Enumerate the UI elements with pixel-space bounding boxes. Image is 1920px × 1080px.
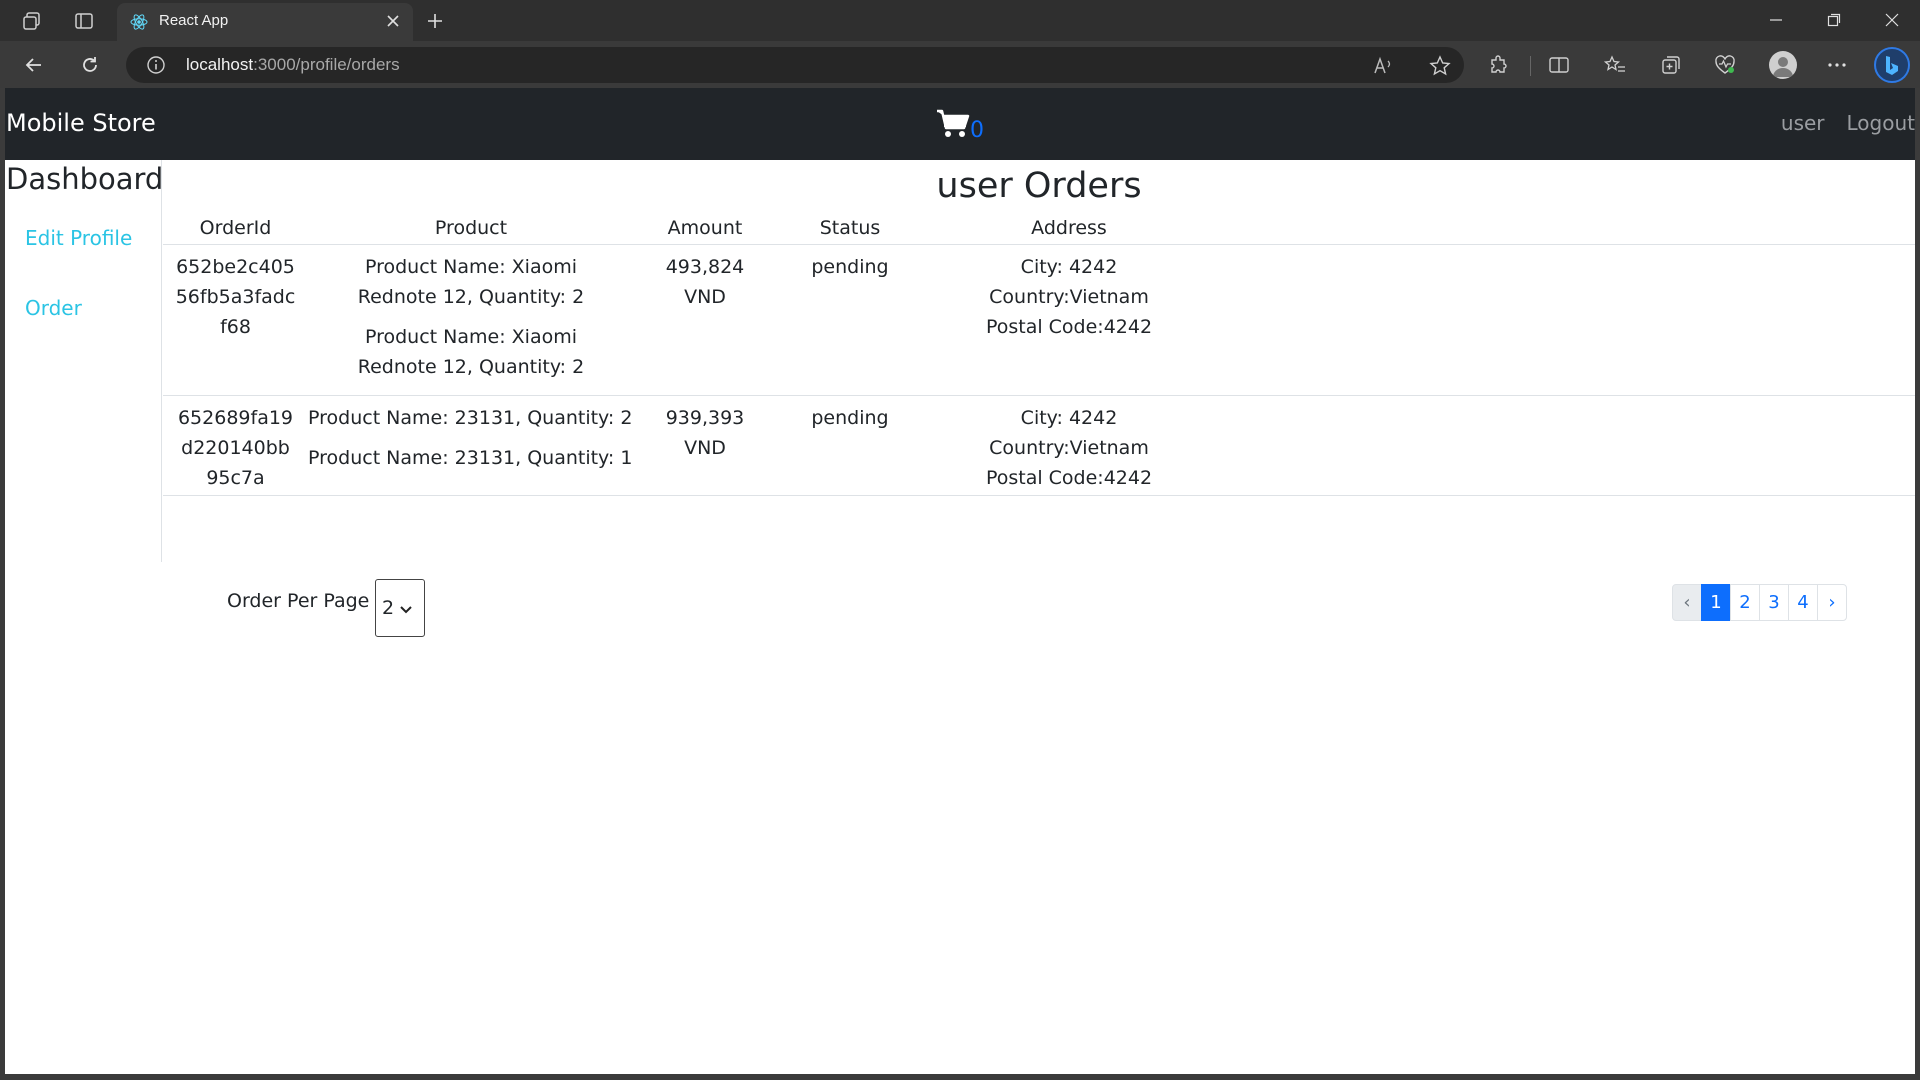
address-city: City: 4242 [1020,255,1118,278]
sidebar-item-order[interactable]: Order [25,296,82,320]
order-amount-cell: 939,393 VND [634,395,776,496]
back-icon[interactable] [18,49,50,81]
orders-per-page-label: Order Per Page [227,590,370,612]
sidebar-item-edit-profile[interactable]: Edit Profile [25,226,132,250]
cart-button[interactable]: 0 [936,106,984,142]
order-id-cell: 652689fa19 d220140bb 95c7a [163,395,308,496]
page-title: user Orders [936,166,1142,206]
new-tab-icon[interactable] [422,8,448,34]
cart-count: 0 [970,118,984,143]
order-address-cell: City: 4242 Country:Vietnam Postal Code:4… [924,244,1214,396]
site-info-icon[interactable] [146,55,166,75]
close-tab-icon[interactable] [383,11,403,31]
row-spacer [1214,395,1915,496]
pagination-previous[interactable]: ‹ [1672,584,1702,621]
dashboard-sidebar: Dashboard Edit Profile Order [5,160,164,562]
profile-avatar-icon[interactable] [1769,51,1797,79]
react-icon [129,12,149,32]
table-row: 652be2c405 56fb5a3fadc f68 Product Name:… [163,244,1915,396]
pagination-page-3[interactable]: 3 [1759,584,1789,621]
tab-react-app[interactable]: React App [117,3,413,41]
pagination-next[interactable]: › [1817,584,1847,621]
column-header-status: Status [776,206,924,245]
order-currency: VND [684,285,726,308]
order-amount: 939,393 [665,406,745,429]
pagination-page-4[interactable]: 4 [1788,584,1818,621]
refresh-icon[interactable] [74,49,106,81]
collections-icon[interactable] [1658,52,1684,78]
orders-per-page-select[interactable]: 2 [375,579,425,637]
brand-link[interactable]: Mobile Store [6,109,156,137]
order-products-cell: Product Name: 23131, Quantity: 2 Product… [308,395,634,496]
order-products-cell: Product Name: Xiaomi Rednote 12, Quantit… [308,244,634,396]
app-navbar: Mobile Store 0 user Logout [5,88,1915,160]
split-screen-icon[interactable] [1546,52,1572,78]
browser-tab-bar: React App [0,0,1920,41]
sidebar-title: Dashboard [6,162,164,196]
close-window-icon[interactable] [1864,0,1920,40]
order-id-line: 56fb5a3fadc [175,285,296,308]
orders-per-page-value: 2 [382,597,395,619]
product-item: Product Name: Xiaomi Rednote 12, Quantit… [357,255,585,308]
order-id-line: d220140bb [181,436,290,459]
address-country: Country:Vietnam [989,436,1149,459]
order-amount: 493,824 [665,255,745,278]
read-aloud-icon[interactable] [1372,54,1396,78]
url-text: localhost:3000/profile/orders [186,55,400,74]
favorite-star-icon[interactable] [1428,54,1452,78]
column-header-spacer [1214,206,1915,245]
browser-essentials-icon[interactable] [1712,52,1738,78]
user-nav: user Logout [1781,111,1915,135]
restore-icon[interactable] [1806,0,1862,40]
favorites-icon[interactable] [1602,52,1628,78]
logout-link[interactable]: Logout [1847,111,1915,135]
product-item: Product Name: 23131, Quantity: 2 [308,406,633,429]
address-bar[interactable]: localhost:3000/profile/orders [126,47,1464,83]
column-header-amount: Amount [634,206,776,245]
address-country: Country:Vietnam [989,285,1149,308]
order-id-line: 652be2c405 [176,255,295,278]
product-item: Product Name: 23131, Quantity: 1 [308,446,633,469]
more-options-icon[interactable] [1824,52,1850,78]
toolbar-divider [1530,56,1531,76]
cart-icon [936,108,970,142]
pagination-page-1[interactable]: 1 [1701,584,1731,621]
address-postal-code: Postal Code:4242 [985,466,1153,489]
column-header-product: Product [308,206,634,245]
table-header-row: OrderId Product Amount Status Address [163,206,1915,245]
user-link[interactable]: user [1781,111,1825,135]
order-id-line: 652689fa19 [177,406,294,429]
order-id-line: f68 [220,315,251,338]
workspaces-icon[interactable] [19,8,45,34]
minimize-icon[interactable] [1748,0,1804,40]
order-status-cell: pending [776,395,924,496]
pagination: ‹ 1 2 3 4 › [1672,584,1847,621]
product-item: Product Name: Xiaomi Rednote 12, Quantit… [357,325,585,378]
order-id-line: 95c7a [206,466,265,489]
column-header-address: Address [924,206,1214,245]
order-status-cell: pending [776,244,924,396]
order-address-cell: City: 4242 Country:Vietnam Postal Code:4… [924,395,1214,496]
order-amount-cell: 493,824 VND [634,244,776,396]
orders-table: OrderId Product Amount Status Address 65… [163,206,1915,496]
page-viewport: Mobile Store 0 user Logout Dashboard Edi… [5,88,1915,1074]
pagination-page-2[interactable]: 2 [1730,584,1760,621]
window-bottom-edge [0,1074,1920,1080]
order-currency: VND [684,436,726,459]
tab-actions-icon[interactable] [71,8,97,34]
table-row: 652689fa19 d220140bb 95c7a Product Name:… [163,395,1915,496]
copilot-icon[interactable] [1874,47,1910,83]
order-id-cell: 652be2c405 56fb5a3fadc f68 [163,244,308,396]
address-postal-code: Postal Code:4242 [985,315,1153,338]
chevron-down-icon [400,597,412,619]
column-header-orderid: OrderId [163,206,308,245]
row-spacer [1214,244,1915,396]
browser-toolbar: localhost:3000/profile/orders [0,41,1920,88]
tab-title: React App [159,12,229,29]
extensions-icon[interactable] [1486,52,1512,78]
address-city: City: 4242 [1020,406,1118,429]
